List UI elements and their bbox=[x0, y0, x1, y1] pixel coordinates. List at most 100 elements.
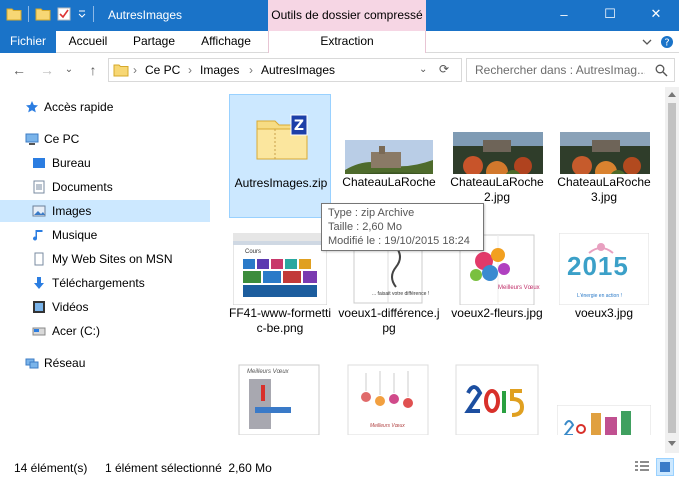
nav-item-pictures[interactable]: Images bbox=[0, 200, 210, 222]
file-name: AutresImages.zip bbox=[234, 176, 328, 190]
breadcrumb-this-pc[interactable]: Ce PC bbox=[145, 63, 180, 77]
nav-item-videos[interactable]: Vidéos bbox=[0, 296, 210, 318]
svg-text:?: ? bbox=[664, 38, 669, 49]
file-info-tooltip: Type : zip Archive Taille : 2,60 Mo Modi… bbox=[321, 203, 484, 251]
customize-toolbar-icon[interactable] bbox=[77, 9, 87, 19]
breadcrumb-separator-icon[interactable]: › bbox=[249, 63, 253, 77]
file-name: ChateauLaRoche3.jpg bbox=[557, 175, 651, 204]
tab-extraction-frame: Extraction bbox=[268, 31, 426, 53]
file-tile-chateau1[interactable]: ChateauLaRoche bbox=[338, 94, 440, 218]
nav-item-web-sites[interactable]: My Web Sites on MSN bbox=[0, 248, 210, 270]
new-folder-icon[interactable] bbox=[35, 7, 51, 21]
nav-item-drive-c[interactable]: Acer (C:) bbox=[0, 320, 210, 342]
file-tile-voeux3[interactable]: 2015 L'énergie en action ! voeux3.jpg bbox=[553, 225, 655, 349]
scroll-up-icon[interactable] bbox=[668, 91, 676, 97]
tab-extraction[interactable]: Extraction bbox=[269, 31, 425, 53]
file-tile-zip[interactable]: Z AutresImages.zip bbox=[229, 94, 331, 218]
network-icon bbox=[25, 358, 39, 369]
thumbnail-text: 2015 bbox=[567, 251, 629, 281]
up-arrow-icon[interactable]: ↑ bbox=[84, 61, 102, 79]
refresh-icon[interactable]: ⟳ bbox=[439, 62, 449, 76]
vertical-scrollbar[interactable] bbox=[665, 87, 679, 453]
file-tile-row3-3[interactable] bbox=[446, 355, 548, 453]
toolbar-separator bbox=[93, 6, 94, 22]
file-thumbnail: Meilleurs Vœux bbox=[233, 359, 327, 435]
music-icon bbox=[33, 230, 43, 241]
help-icon[interactable]: ? bbox=[660, 35, 674, 49]
selection-info: 1 élément sélectionné 2,60 Mo bbox=[105, 461, 272, 475]
svg-text:Z: Z bbox=[294, 118, 304, 134]
file-tile-row3-2[interactable]: Meilleurs Vœux bbox=[338, 355, 440, 453]
castle-photo-icon bbox=[345, 140, 433, 174]
breadcrumb-autresimages[interactable]: AutresImages bbox=[261, 63, 335, 77]
toolbar-separator bbox=[28, 6, 29, 22]
download-icon bbox=[34, 277, 44, 289]
file-tile-row3-1[interactable]: Meilleurs Vœux bbox=[229, 355, 331, 453]
nav-item-documents[interactable]: Documents bbox=[0, 176, 210, 198]
nav-item-network[interactable]: Réseau bbox=[0, 352, 210, 374]
file-thumbnail: Cours bbox=[233, 229, 327, 305]
star-icon bbox=[26, 101, 38, 113]
castle-autumn-photo-icon bbox=[560, 132, 650, 174]
maximize-button[interactable]: ☐ bbox=[587, 0, 633, 28]
file-thumbnail: 2015 L'énergie en action ! bbox=[557, 229, 651, 305]
file-tile-chateau2[interactable]: ChateauLaRoche2.jpg bbox=[446, 94, 548, 218]
breadcrumb-separator-icon[interactable]: › bbox=[188, 63, 192, 77]
search-icon[interactable] bbox=[655, 64, 668, 77]
nav-item-music[interactable]: Musique bbox=[0, 224, 210, 246]
tab-view[interactable]: Affichage bbox=[194, 31, 258, 53]
file-tile-ff41[interactable]: Cours FF41-www-formettic-be.png bbox=[229, 225, 331, 349]
search-input[interactable] bbox=[467, 59, 645, 81]
thumbnail-text: Meilleurs Vœux bbox=[498, 285, 540, 291]
desktop-icon bbox=[33, 158, 45, 168]
tooltip-modified: Modifié le : 19/10/2015 18:24 bbox=[328, 235, 470, 247]
file-thumbnail bbox=[450, 98, 544, 174]
video-icon bbox=[33, 301, 45, 313]
back-arrow-icon[interactable]: ← bbox=[10, 61, 28, 79]
scroll-down-icon[interactable] bbox=[668, 441, 676, 447]
forward-arrow-icon[interactable]: → bbox=[38, 61, 56, 79]
properties-icon[interactable] bbox=[57, 7, 71, 21]
nav-item-this-pc[interactable]: Ce PC bbox=[0, 128, 210, 150]
tab-file[interactable]: Fichier bbox=[0, 31, 56, 53]
file-thumbnail bbox=[557, 98, 651, 174]
castle-autumn-photo-icon bbox=[453, 132, 543, 174]
file-thumbnail: Z bbox=[234, 99, 328, 175]
scrollbar-thumb[interactable] bbox=[668, 103, 676, 433]
file-thumbnail: Meilleurs Vœux bbox=[342, 359, 436, 435]
documents-icon bbox=[33, 180, 45, 194]
nav-item-downloads[interactable]: Téléchargements bbox=[0, 272, 210, 294]
close-button[interactable]: ✕ bbox=[633, 0, 679, 28]
folder-icon bbox=[113, 64, 129, 77]
breadcrumb-separator-icon[interactable]: › bbox=[133, 63, 137, 77]
expand-ribbon-icon[interactable] bbox=[641, 36, 653, 48]
nav-item-quick-access[interactable]: Accès rapide bbox=[0, 96, 210, 118]
nav-item-desktop[interactable]: Bureau bbox=[0, 152, 210, 174]
thumbnail-text: Meilleurs Vœux bbox=[247, 369, 289, 375]
address-bar[interactable]: › Ce PC › Images › AutresImages ⌄ ⟳ bbox=[108, 58, 462, 82]
webpage-screenshot-icon bbox=[233, 233, 327, 305]
minimize-button[interactable]: – bbox=[541, 0, 587, 28]
breadcrumb-images[interactable]: Images bbox=[200, 63, 239, 77]
status-bar: 14 élément(s) 1 élément sélectionné 2,60… bbox=[0, 453, 679, 480]
window-title: AutresImages bbox=[108, 8, 183, 22]
quick-access-toolbar bbox=[6, 6, 94, 22]
file-thumbnail bbox=[450, 359, 544, 435]
file-tile-chateau3[interactable]: ChateauLaRoche3.jpg bbox=[553, 94, 655, 218]
thumbnail-text: Cours bbox=[245, 249, 262, 255]
recent-locations-chevron-icon[interactable]: ⌄ bbox=[60, 61, 78, 79]
large-icons-view-icon[interactable] bbox=[656, 458, 674, 476]
zip-folder-icon: Z bbox=[256, 114, 308, 160]
file-name: FF41-www-formettic-be.png bbox=[229, 306, 332, 335]
tab-share[interactable]: Partage bbox=[124, 31, 184, 53]
file-name: ChateauLaRoche2.jpg bbox=[450, 175, 544, 204]
search-box bbox=[466, 58, 675, 82]
details-view-icon[interactable] bbox=[634, 460, 650, 474]
address-dropdown-chevron-icon[interactable]: ⌄ bbox=[419, 64, 427, 75]
file-thumbnail bbox=[557, 359, 651, 435]
file-name: voeux1-différence.jpg bbox=[338, 306, 440, 335]
file-tile-row3-4[interactable] bbox=[553, 355, 655, 453]
thumbnail-text: Meilleurs Vœux bbox=[370, 423, 405, 429]
tab-home[interactable]: Accueil bbox=[60, 31, 116, 53]
web-sites-icon bbox=[34, 252, 44, 266]
